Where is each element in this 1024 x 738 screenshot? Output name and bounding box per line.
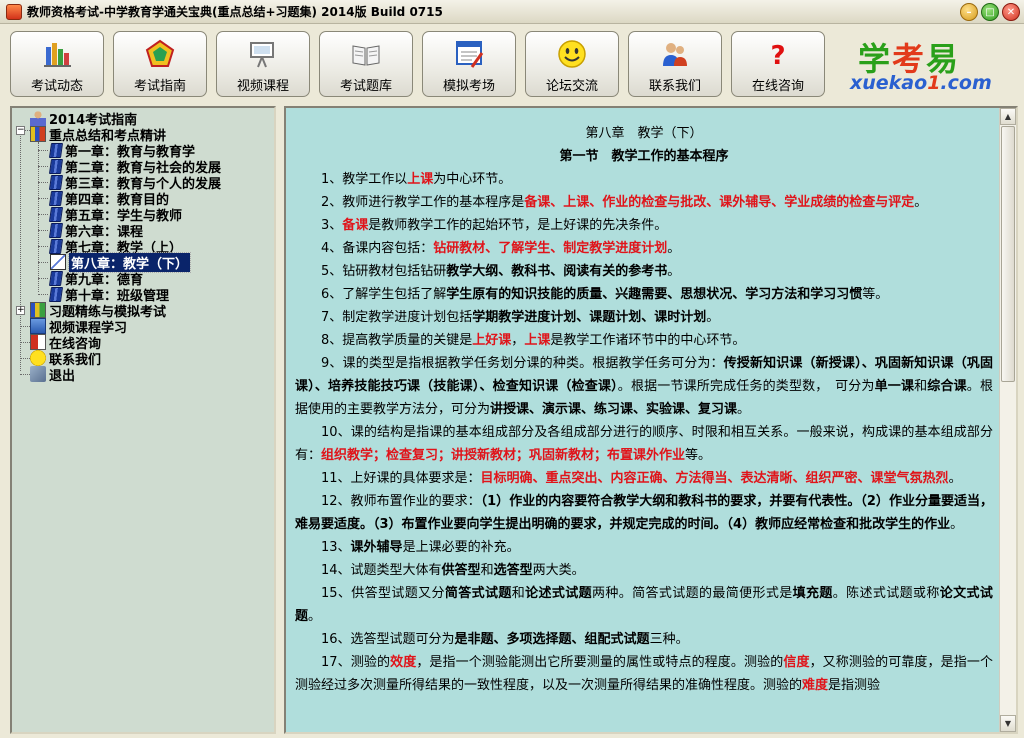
- tree-item-exit[interactable]: 退出: [30, 366, 75, 384]
- maximize-button[interactable]: □: [981, 3, 999, 21]
- content-text: 第八章 教学（下） 第一节 教学工作的基本程序 1、教学工作以上课为中心环节。 …: [295, 122, 993, 697]
- paragraph: 1、教学工作以上课为中心环节。: [321, 172, 512, 187]
- paragraph: 12、教师布置作业的要求：（1）作业的内容要符合教学大纲和教科书的要求，并要有代…: [295, 494, 993, 532]
- smiley-icon: [557, 39, 587, 69]
- navigation-tree: − + 2014考试指南 重点总结和考点精讲 第一章：教育与教育学 第二章：教育…: [10, 106, 276, 734]
- paragraph: 16、选答型试题可分为是非题、多项选择题、组配式试题三种。: [321, 632, 689, 647]
- book-icon: [48, 270, 64, 286]
- video-course-button[interactable]: 视频课程: [216, 31, 310, 97]
- paragraph: 17、测验的效度，是指一个测验能测出它所要测量的属性或特点的程度。测验的信度，又…: [295, 655, 993, 693]
- paragraph: 6、了解学生包括了解学生原有的知识技能的质量、兴趣需要、思想状况、学习方法和学习…: [321, 287, 889, 302]
- paragraph: 10、课的结构是指课的基本组成部分及各组成部分进行的顺序、时限和相互关系。一般来…: [295, 425, 993, 463]
- scroll-down-button[interactable]: ▼: [1000, 715, 1016, 732]
- chapter-title: 第八章 教学（下）: [585, 126, 703, 141]
- vertical-scrollbar[interactable]: ▲ ▼: [999, 108, 1016, 732]
- forum-label: 论坛交流: [545, 79, 598, 94]
- contact-us-label: 联系我们: [648, 79, 701, 94]
- exit-icon: [30, 366, 46, 382]
- books-stack-icon: [30, 302, 46, 318]
- book-icon: [48, 142, 64, 158]
- paragraph: 11、上好课的具体要求是：目标明确、重点突出、内容正确、方法得当、表达清晰、组织…: [321, 471, 962, 486]
- open-book-icon: [50, 254, 66, 270]
- question-bank-button[interactable]: 考试题库: [319, 31, 413, 97]
- exam-guide-label: 考试指南: [133, 79, 186, 94]
- book-icon: [48, 238, 64, 254]
- expand-toggle[interactable]: +: [16, 306, 25, 315]
- person-icon: [30, 110, 46, 126]
- book-icon: [48, 286, 64, 302]
- exam-news-label: 考试动态: [30, 79, 83, 94]
- online-consult-label: 在线咨询: [751, 79, 804, 94]
- book-icon: [48, 158, 64, 174]
- consult-book-icon: [30, 334, 46, 350]
- paragraph: 2、教师进行教学工作的基本程序是备课、上课、作业的检查与批改、课外辅导、学业成绩…: [321, 195, 928, 210]
- paragraph: 7、制定教学进度计划包括学期教学进度计划、课题计划、课时计划。: [321, 310, 720, 325]
- users-icon: [660, 39, 690, 69]
- main-toolbar: 考试动态 考试指南 视频课程 考试题库 模拟考场 论坛交流 联系我们 ? 在线咨…: [0, 24, 1024, 102]
- svg-text:?: ?: [770, 41, 785, 69]
- forum-button[interactable]: 论坛交流: [525, 31, 619, 97]
- paragraph: 4、备课内容包括：钻研教材、了解学生、制定教学进度计划。: [321, 241, 681, 256]
- video-course-label: 视频课程: [236, 79, 289, 94]
- exam-guide-button[interactable]: 考试指南: [113, 31, 207, 97]
- book-icon: [48, 174, 64, 190]
- books-stack-icon: [30, 126, 46, 142]
- contact-us-button[interactable]: 联系我们: [628, 31, 722, 97]
- window-title: 教师资格考试-中学教育学通关宝典(重点总结+习题集) 2014版 Build 0…: [27, 5, 443, 19]
- close-button[interactable]: ✕: [1002, 3, 1020, 21]
- book-icon: [48, 190, 64, 206]
- paragraph: 3、备课是教师教学工作的起始环节，是上好课的先决条件。: [321, 218, 668, 233]
- books-chart-icon: [42, 39, 72, 69]
- paragraph: 9、课的类型是指根据教学任务划分课的种类。根据教学任务可分为：传授新知识课（新授…: [295, 356, 993, 417]
- book-icon: [48, 222, 64, 238]
- paragraph: 8、提高教学质量的关键是上好课，上课是教学工作诸环节中的中心环节。: [321, 333, 746, 348]
- content-panel: 第八章 教学（下） 第一节 教学工作的基本程序 1、教学工作以上课为中心环节。 …: [284, 106, 1018, 734]
- open-book-icon: [351, 39, 381, 69]
- question-bank-label: 考试题库: [339, 79, 392, 94]
- projector-icon: [248, 39, 278, 69]
- question-icon: ?: [763, 39, 793, 69]
- paragraph: 13、课外辅导是上课必要的补充。: [321, 540, 520, 555]
- book-icon: [48, 206, 64, 222]
- exam-paper-icon: [454, 39, 484, 69]
- window-controls: – □ ✕: [960, 3, 1020, 21]
- video-icon: [30, 318, 46, 334]
- scroll-thumb[interactable]: [1001, 126, 1015, 382]
- mock-exam-button[interactable]: 模拟考场: [422, 31, 516, 97]
- paragraph: 14、试题类型大体有供答型和选答型两大类。: [321, 563, 585, 578]
- paragraph: 15、供答型试题又分简答式试题和论述式试题两种。简答式试题的最简便形式是填充题。…: [295, 586, 993, 624]
- scroll-up-button[interactable]: ▲: [1000, 108, 1016, 125]
- section-title: 第一节 教学工作的基本程序: [559, 149, 729, 164]
- collapse-toggle[interactable]: −: [16, 126, 25, 135]
- online-consult-button[interactable]: ? 在线咨询: [731, 31, 825, 97]
- smiley-icon: [30, 350, 46, 366]
- pentagon-icon: [145, 39, 175, 69]
- mock-exam-label: 模拟考场: [442, 79, 495, 94]
- exam-news-button[interactable]: 考试动态: [10, 31, 104, 97]
- app-icon: [6, 3, 22, 20]
- paragraph: 5、钻研教材包括钻研教学大纲、教科书、阅读有关的参考书。: [321, 264, 681, 279]
- title-bar: 教师资格考试-中学教育学通关宝典(重点总结+习题集) 2014版 Build 0…: [0, 0, 1024, 24]
- xuekao-logo: 学考易 xuekao1.com: [850, 40, 992, 94]
- minimize-button[interactable]: –: [960, 3, 978, 21]
